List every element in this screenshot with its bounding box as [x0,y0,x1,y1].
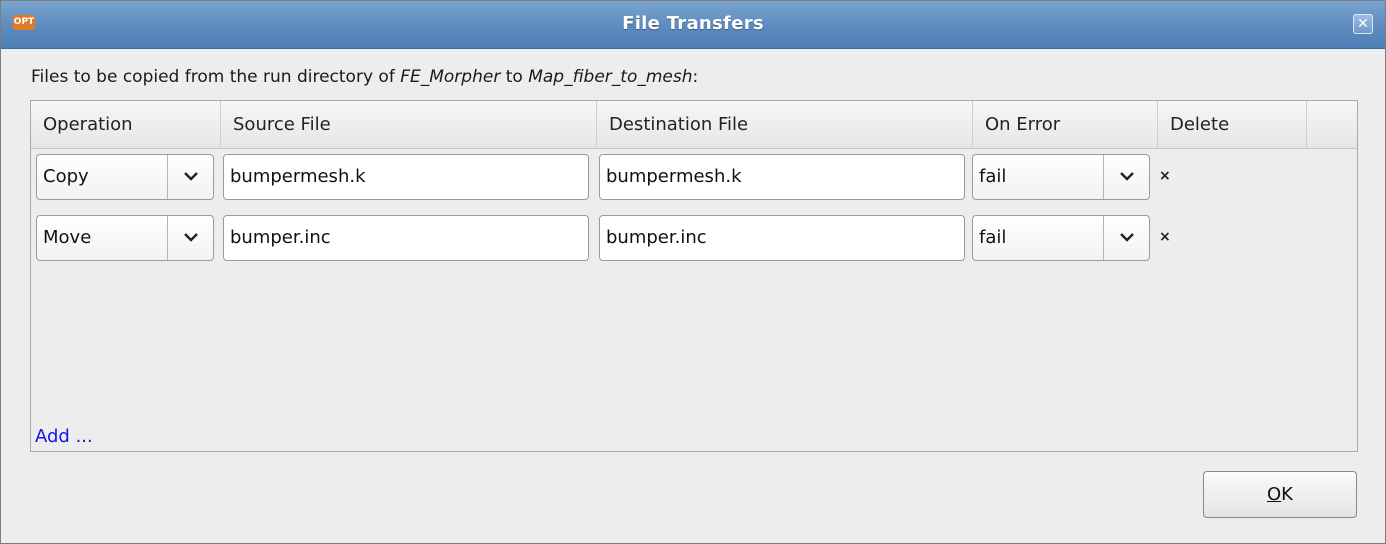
ok-mnemonic: O [1267,484,1282,505]
on-error-value: fail [979,166,1007,187]
chevron-down-icon[interactable] [167,216,213,260]
description-middle: to [505,67,523,87]
destination-file-input[interactable]: bumpermesh.k [599,154,965,200]
ok-label-rest: K [1281,484,1293,505]
table-row: Move bumper.inc bumper.inc fail × [31,209,1357,261]
on-error-select[interactable]: fail [972,215,1150,261]
window-title: File Transfers [622,13,764,34]
chevron-down-icon[interactable] [1103,155,1149,199]
header-source-file[interactable]: Source File [221,101,597,148]
operation-select[interactable]: Copy [36,154,214,200]
operation-value: Move [43,227,92,248]
description-prefix: Files to be copied from the run director… [31,67,395,87]
operation-value: Copy [43,166,89,187]
source-file-input[interactable]: bumpermesh.k [223,154,589,200]
delete-row-button[interactable]: × [1159,154,1173,198]
chevron-down-icon[interactable] [1103,216,1149,260]
chevron-down-icon[interactable] [167,155,213,199]
description-text: Files to be copied from the run director… [31,67,698,87]
header-operation[interactable]: Operation [31,101,221,148]
delete-row-button[interactable]: × [1159,215,1173,259]
description-suffix: : [692,67,699,87]
table-header: Operation Source File Destination File O… [31,101,1357,149]
add-row-link[interactable]: Add ... [35,426,93,447]
destination-file-input[interactable]: bumper.inc [599,215,965,261]
header-on-error[interactable]: On Error [973,101,1158,148]
ok-button[interactable]: OK [1203,471,1357,518]
on-error-select[interactable]: fail [972,154,1150,200]
table-row: Copy bumpermesh.k bumpermesh.k fail × [31,148,1357,200]
operation-select[interactable]: Move [36,215,214,261]
target-stage-name: Map_fiber_to_mesh [528,67,693,87]
header-delete[interactable]: Delete [1158,101,1307,148]
on-error-value: fail [979,227,1007,248]
title-bar[interactable]: OPT File Transfers ✕ [1,1,1385,49]
file-transfers-dialog: OPT File Transfers ✕ Files to be copied … [0,0,1386,544]
transfers-table: Operation Source File Destination File O… [30,100,1358,452]
header-destination-file[interactable]: Destination File [597,101,973,148]
window-close-button[interactable]: ✕ [1353,14,1373,34]
close-icon: ✕ [1357,16,1369,32]
source-stage-name: FE_Morpher [400,67,501,87]
source-file-input[interactable]: bumper.inc [223,215,589,261]
